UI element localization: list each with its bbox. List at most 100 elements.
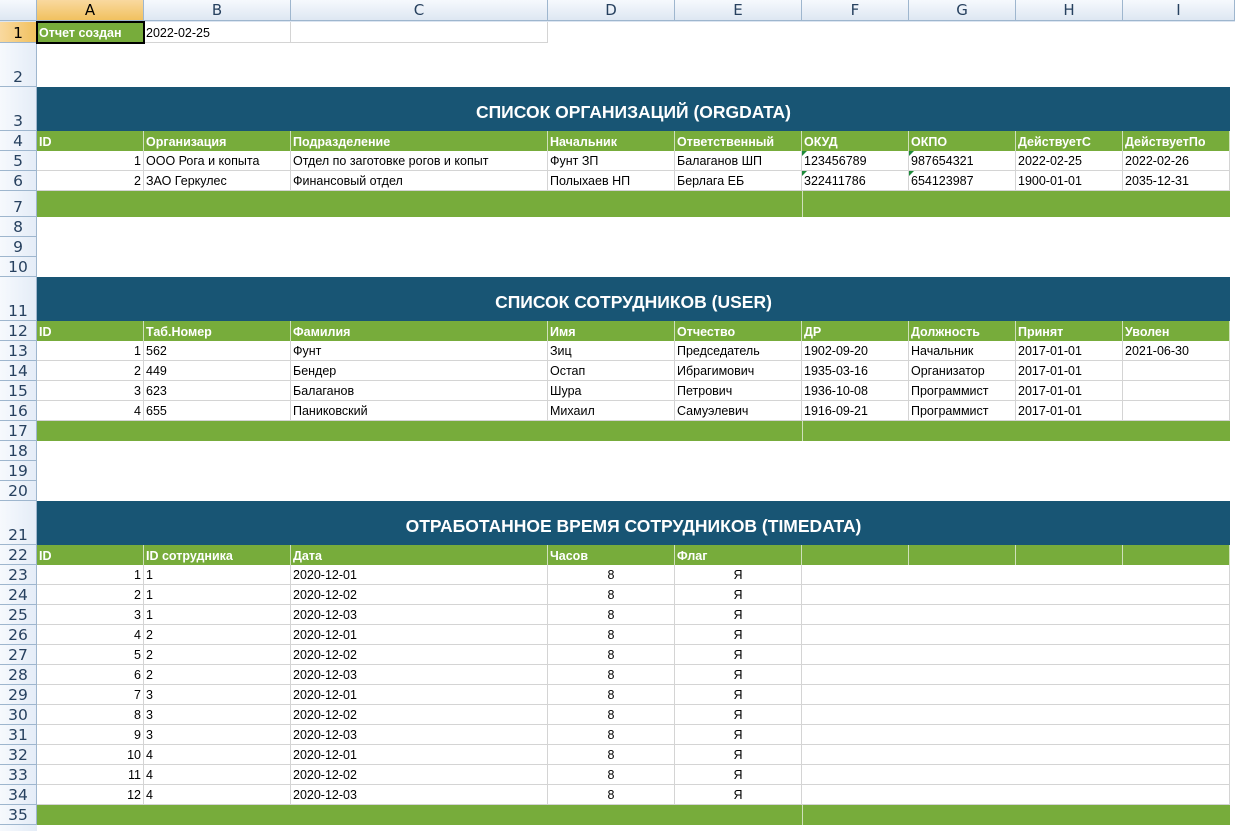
- timedata-cell[interactable]: 12: [37, 785, 144, 805]
- timedata-cell[interactable]: 2020-12-03: [291, 725, 548, 745]
- users-cell[interactable]: 562: [144, 341, 291, 361]
- row-header-23[interactable]: 23: [0, 565, 37, 585]
- users-cell[interactable]: 1935-03-16: [802, 361, 909, 381]
- row-header-5[interactable]: 5: [0, 151, 37, 171]
- users-cell[interactable]: Программист: [909, 381, 1016, 401]
- users-cell[interactable]: 2: [37, 361, 144, 381]
- timedata-empty-cell[interactable]: [802, 665, 1230, 685]
- users-cell[interactable]: Балаганов: [291, 381, 548, 401]
- timedata-cell[interactable]: 1: [144, 585, 291, 605]
- row-header-9[interactable]: 9: [0, 237, 37, 257]
- row-header-32[interactable]: 32: [0, 745, 37, 765]
- timedata-cell[interactable]: 8: [548, 705, 675, 725]
- timedata-cell[interactable]: 8: [548, 765, 675, 785]
- row-header-20[interactable]: 20: [0, 481, 37, 501]
- select-all-corner[interactable]: [0, 0, 37, 21]
- timedata-empty-cell[interactable]: [802, 685, 1230, 705]
- orgdata-cell[interactable]: 2035-12-31: [1123, 171, 1230, 191]
- timedata-cell[interactable]: 2020-12-02: [291, 585, 548, 605]
- row-header-26[interactable]: 26: [0, 625, 37, 645]
- orgdata-cell[interactable]: 2022-02-25: [1016, 151, 1123, 171]
- users-cell[interactable]: 1902-09-20: [802, 341, 909, 361]
- users-cell[interactable]: Паниковский: [291, 401, 548, 421]
- users-cell[interactable]: 4: [37, 401, 144, 421]
- row-header-33[interactable]: 33: [0, 765, 37, 785]
- orgdata-cell[interactable]: 654123987: [909, 171, 1016, 191]
- orgdata-cell[interactable]: Берлага ЕБ: [675, 171, 802, 191]
- orgdata-cell[interactable]: Фунт ЗП: [548, 151, 675, 171]
- row-header-31[interactable]: 31: [0, 725, 37, 745]
- timedata-cell[interactable]: 2020-12-02: [291, 705, 548, 725]
- orgdata-cell[interactable]: 1: [37, 151, 144, 171]
- timedata-cell[interactable]: 8: [548, 725, 675, 745]
- timedata-cell[interactable]: Я: [675, 665, 802, 685]
- users-cell[interactable]: Самуэлевич: [675, 401, 802, 421]
- column-header-c[interactable]: C: [291, 0, 548, 21]
- row-header-15[interactable]: 15: [0, 381, 37, 401]
- timedata-cell[interactable]: Я: [675, 585, 802, 605]
- report-empty-cell[interactable]: [291, 22, 548, 43]
- timedata-cell[interactable]: Я: [675, 725, 802, 745]
- column-header-i[interactable]: I: [1123, 0, 1235, 21]
- timedata-cell[interactable]: 8: [548, 785, 675, 805]
- timedata-cell[interactable]: 8: [548, 665, 675, 685]
- orgdata-cell[interactable]: 322411786: [802, 171, 909, 191]
- users-cell[interactable]: 655: [144, 401, 291, 421]
- row-header-1[interactable]: 1: [0, 22, 37, 43]
- row-header-30[interactable]: 30: [0, 705, 37, 725]
- timedata-empty-cell[interactable]: [802, 605, 1230, 625]
- orgdata-cell[interactable]: 2: [37, 171, 144, 191]
- timedata-cell[interactable]: 5: [37, 645, 144, 665]
- orgdata-cell[interactable]: Балаганов ШП: [675, 151, 802, 171]
- users-cell[interactable]: Остап: [548, 361, 675, 381]
- users-cell[interactable]: Зиц: [548, 341, 675, 361]
- row-header-10[interactable]: 10: [0, 257, 37, 277]
- timedata-cell[interactable]: 3: [144, 725, 291, 745]
- timedata-cell[interactable]: 2020-12-03: [291, 665, 548, 685]
- row-header-4[interactable]: 4: [0, 131, 37, 151]
- timedata-empty-cell[interactable]: [802, 625, 1230, 645]
- users-cell[interactable]: Петрович: [675, 381, 802, 401]
- orgdata-cell[interactable]: 987654321: [909, 151, 1016, 171]
- users-cell[interactable]: 2017-01-01: [1016, 381, 1123, 401]
- timedata-cell[interactable]: 2020-12-03: [291, 785, 548, 805]
- row-header-8[interactable]: 8: [0, 217, 37, 237]
- timedata-cell[interactable]: 4: [144, 785, 291, 805]
- timedata-cell[interactable]: 10: [37, 745, 144, 765]
- timedata-cell[interactable]: 2020-12-02: [291, 765, 548, 785]
- timedata-cell[interactable]: 1: [144, 605, 291, 625]
- users-cell[interactable]: 2017-01-01: [1016, 361, 1123, 381]
- users-cell[interactable]: Организатор: [909, 361, 1016, 381]
- column-header-g[interactable]: G: [909, 0, 1016, 21]
- users-cell[interactable]: Ибрагимович: [675, 361, 802, 381]
- timedata-cell[interactable]: 2020-12-01: [291, 565, 548, 585]
- timedata-cell[interactable]: 8: [548, 605, 675, 625]
- timedata-empty-cell[interactable]: [802, 585, 1230, 605]
- timedata-cell[interactable]: 2020-12-02: [291, 645, 548, 665]
- timedata-cell[interactable]: 3: [144, 705, 291, 725]
- column-header-a[interactable]: A: [37, 0, 144, 21]
- row-header-29[interactable]: 29: [0, 685, 37, 705]
- timedata-empty-cell[interactable]: [802, 705, 1230, 725]
- timedata-cell[interactable]: 1: [37, 565, 144, 585]
- timedata-cell[interactable]: 2: [144, 645, 291, 665]
- row-header-14[interactable]: 14: [0, 361, 37, 381]
- row-header-12[interactable]: 12: [0, 321, 37, 341]
- timedata-cell[interactable]: 4: [144, 765, 291, 785]
- users-cell[interactable]: Бендер: [291, 361, 548, 381]
- row-header-34[interactable]: 34: [0, 785, 37, 805]
- timedata-cell[interactable]: Я: [675, 685, 802, 705]
- row-header-27[interactable]: 27: [0, 645, 37, 665]
- row-header-22[interactable]: 22: [0, 545, 37, 565]
- timedata-empty-cell[interactable]: [802, 765, 1230, 785]
- row-header-35[interactable]: 35: [0, 805, 37, 825]
- users-cell[interactable]: Председатель: [675, 341, 802, 361]
- report-created-date[interactable]: 2022-02-25: [144, 22, 291, 43]
- users-cell[interactable]: 3: [37, 381, 144, 401]
- timedata-cell[interactable]: Я: [675, 705, 802, 725]
- timedata-empty-cell[interactable]: [802, 565, 1230, 585]
- timedata-cell[interactable]: Я: [675, 745, 802, 765]
- users-cell[interactable]: [1123, 381, 1230, 401]
- timedata-cell[interactable]: Я: [675, 625, 802, 645]
- row-header-2[interactable]: 2: [0, 43, 37, 87]
